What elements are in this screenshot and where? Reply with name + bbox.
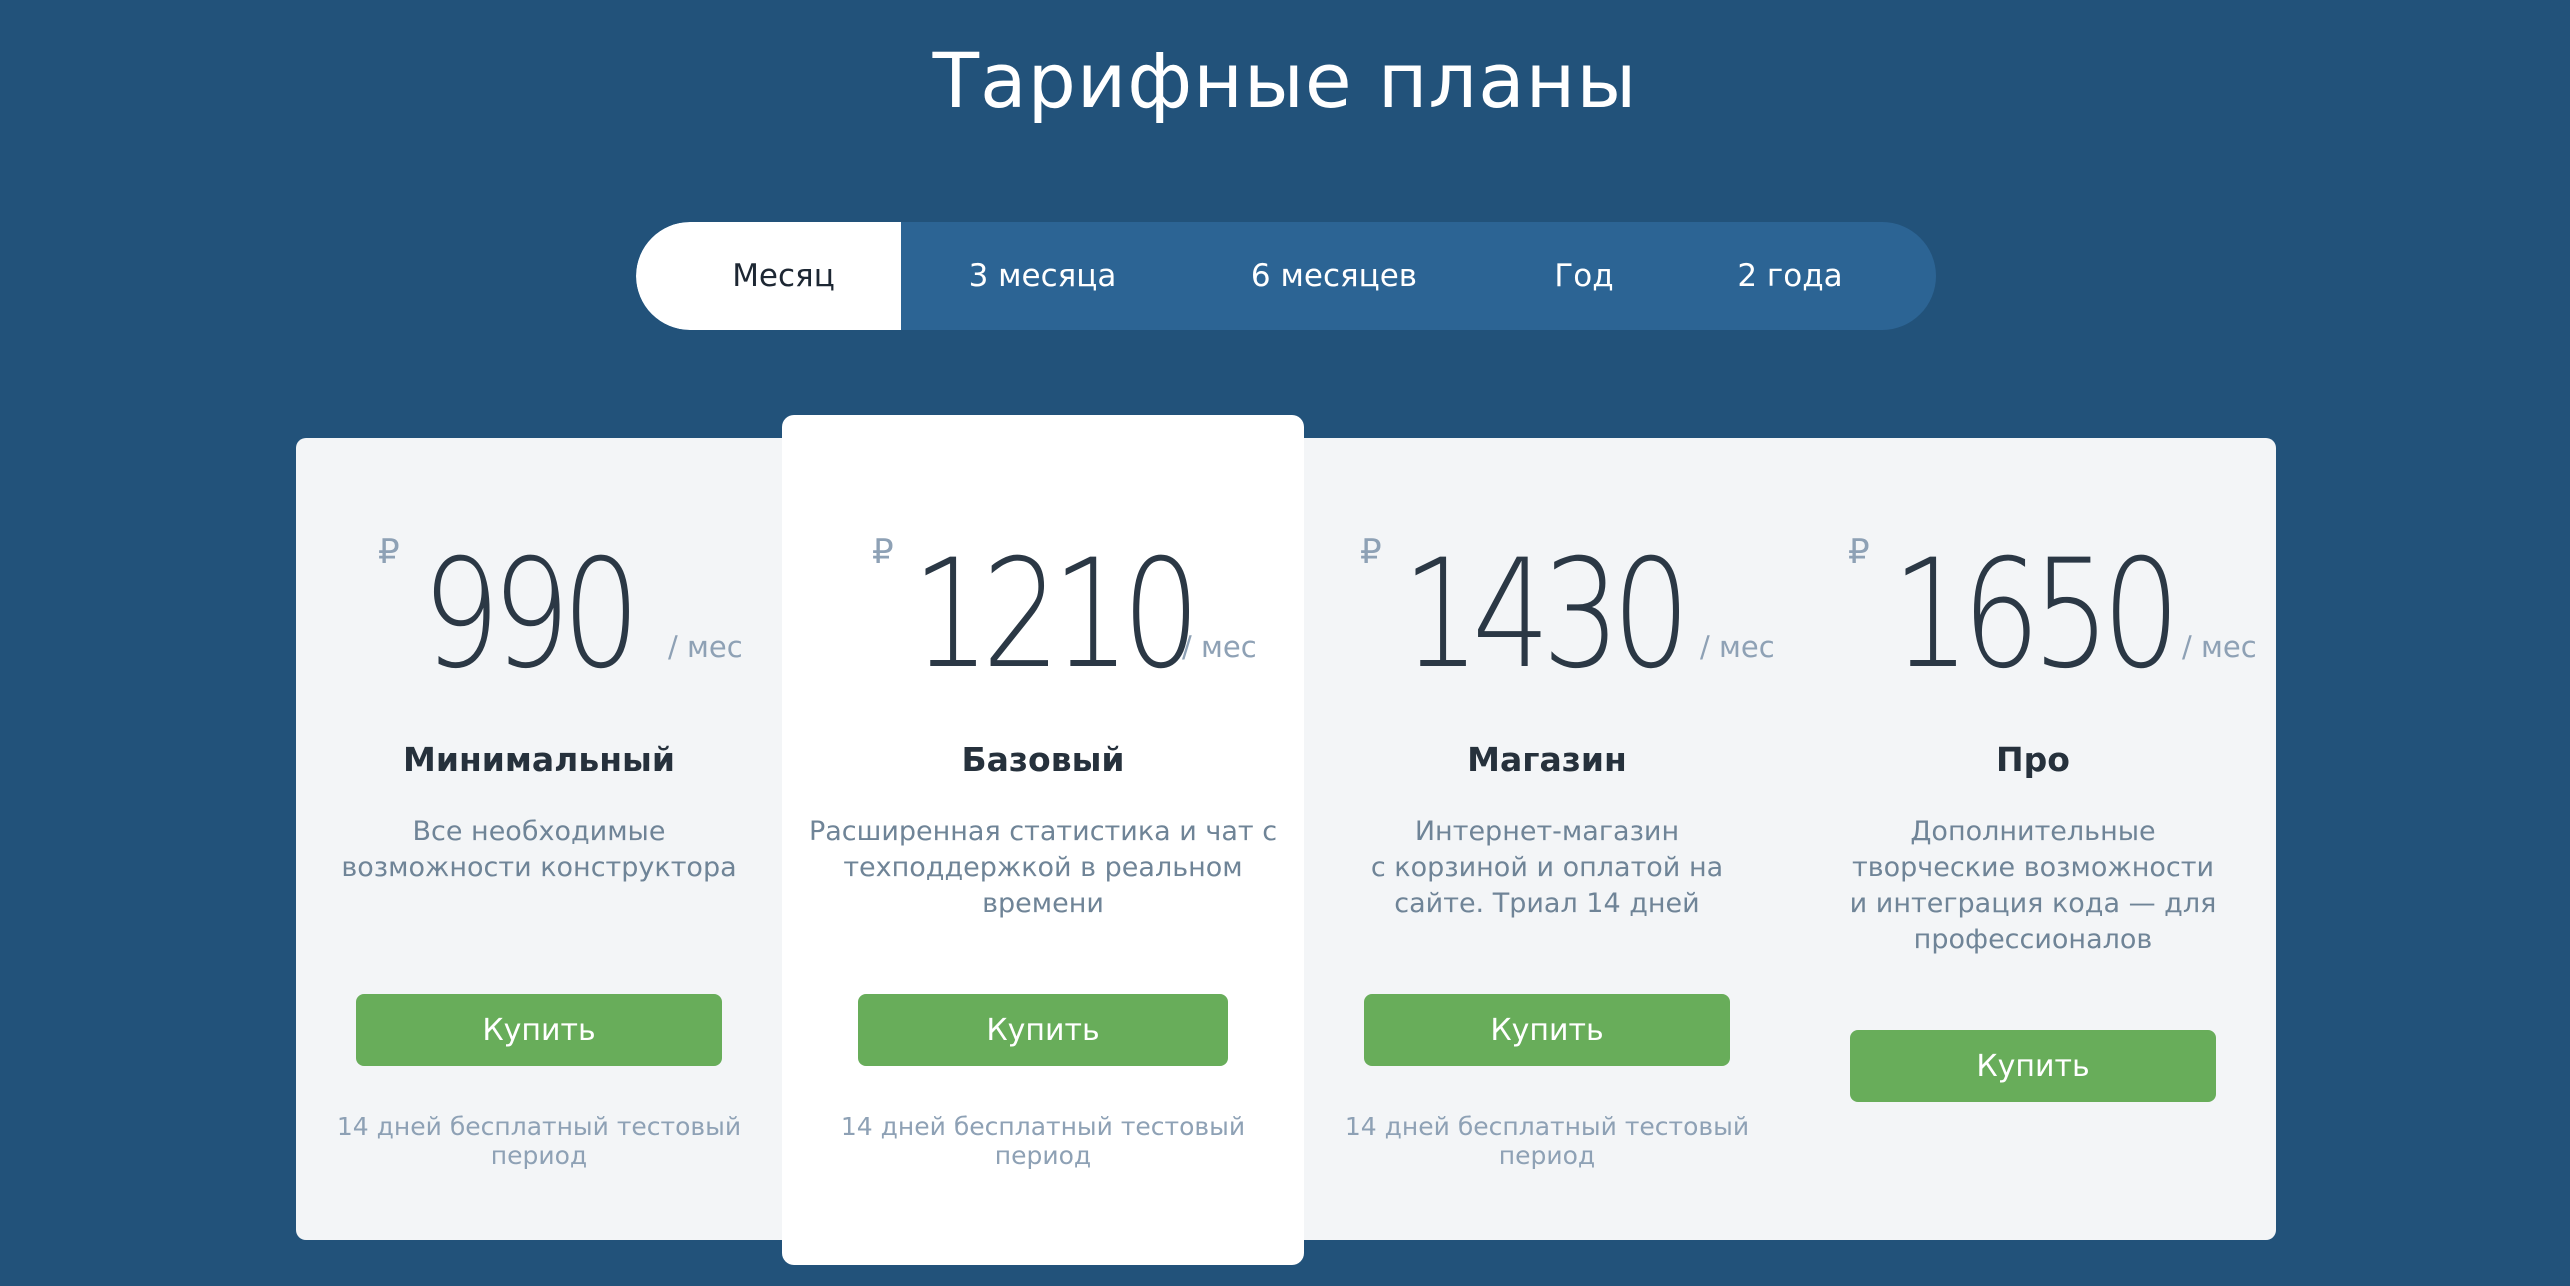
buy-button[interactable]: Купить [356, 994, 722, 1066]
buy-button[interactable]: Купить [858, 994, 1228, 1066]
plan-description: Дополнительные творческие возможности и … [1849, 816, 2217, 955]
trial-note: 14 дней бесплатный тестовый период [1344, 1112, 1750, 1170]
buy-button[interactable]: Купить [1364, 994, 1730, 1066]
price-period: / мес [1700, 630, 1775, 664]
plan-card-basic: ₽ 1210 / мес Базовый Расширенная статист… [782, 415, 1304, 1265]
plan-description: Все необходимые возможности конструктора [341, 816, 737, 883]
plan-card-shop: ₽ 1430 / мес Магазин Интернет-магазин с … [1304, 438, 1790, 1240]
buy-button[interactable]: Купить [1850, 1030, 2216, 1102]
trial-note: 14 дней бесплатный тестовый период [840, 1112, 1246, 1170]
plan-card-pro: ₽ 1650 / мес Про Дополнительные творческ… [1790, 438, 2276, 1240]
currency-sign: ₽ [1360, 532, 1382, 572]
tab-6-months[interactable]: 6 месяцев [1184, 222, 1484, 330]
period-tabs: Месяц 3 месяца 6 месяцев Год 2 года [636, 222, 1936, 330]
tab-2-years[interactable]: 2 года [1684, 222, 1936, 330]
trial-note: 14 дней бесплатный тестовый период [336, 1112, 742, 1170]
plan-name: Про [1996, 740, 2070, 779]
tab-3-months[interactable]: 3 месяца [901, 222, 1184, 330]
plan-price: 1650 [1892, 528, 2180, 702]
currency-sign: ₽ [872, 532, 894, 572]
plan-price: 990 [422, 528, 640, 702]
page-title: Тарифные планы [932, 36, 1638, 125]
plan-name: Минимальный [403, 740, 675, 779]
plan-name: Базовый [961, 740, 1125, 779]
plan-description: Расширенная статистика и чат с техподдер… [808, 816, 1278, 919]
tab-month[interactable]: Месяц [636, 222, 901, 330]
price-period: / мес [2182, 630, 2257, 664]
plan-price: 1210 [912, 528, 1200, 702]
pricing-page: Тарифные планы Месяц 3 месяца 6 месяцев … [0, 0, 2570, 1286]
tab-year[interactable]: Год [1484, 222, 1684, 330]
plan-name: Магазин [1467, 740, 1627, 779]
plan-card-minimal: ₽ 990 / мес Минимальный Все необходимые … [296, 438, 782, 1240]
currency-sign: ₽ [378, 532, 400, 572]
price-period: / мес [668, 630, 743, 664]
plan-description: Интернет-магазин с корзиной и оплатой на… [1370, 816, 1724, 919]
currency-sign: ₽ [1848, 532, 1870, 572]
plan-price: 1430 [1402, 528, 1690, 702]
price-period: / мес [1182, 630, 1257, 664]
